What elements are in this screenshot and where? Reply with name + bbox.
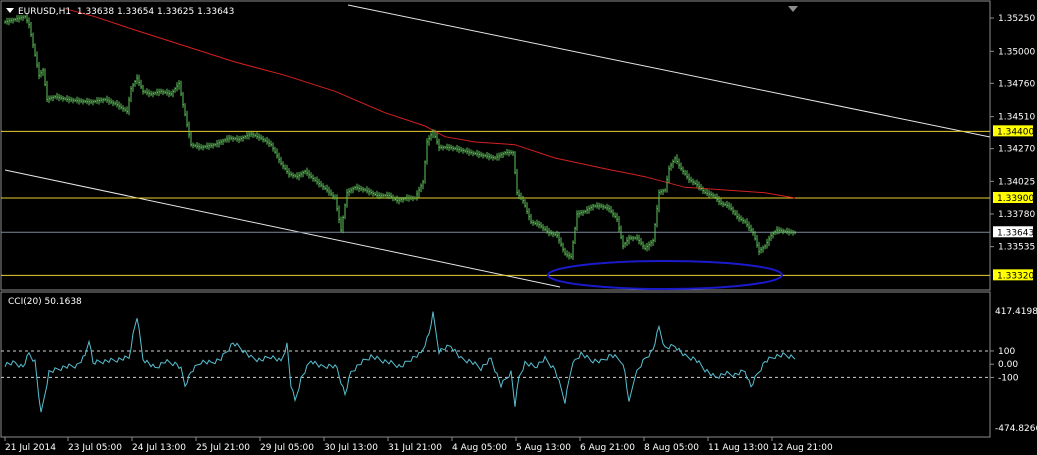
cci-axis: 100 0.00 -100 417.4198 -474.8266 [990,307,1037,434]
cci-max-label: 417.4198 [995,307,1037,317]
cci-tick-label: 100 [998,347,1015,357]
time-tick-label: 8 Aug 05:00 [644,443,699,453]
cci-tick-label: -100 [998,373,1019,383]
time-tick-label: 31 Jul 21:00 [388,443,442,453]
price-tick-label: 1.33780 [998,210,1035,220]
time-tick-label: 6 Aug 21:00 [580,443,635,453]
time-tick-label: 23 Jul 05:00 [68,443,122,453]
chart-area[interactable]: 1.35250 1.35000 1.34760 1.34510 1.34270 1.340… [0,0,1037,455]
cci-line [4,311,796,413]
moving-average-line [64,8,796,199]
time-tick-label: 21 Jul 2014 [5,443,56,453]
time-axis: 21 Jul 2014 23 Jul 05:00 24 Jul 13:00 25 Ju… [4,437,833,453]
channel-upper-trendline[interactable] [347,4,991,138]
time-tick-label: 11 Aug 13:00 [708,443,769,453]
chart-menu-triangle-icon[interactable] [6,8,14,13]
level-price-label: 1.33643 [997,228,1034,238]
price-tick-label: 1.33535 [998,243,1035,253]
channel-lower-trendline[interactable] [4,169,561,288]
time-tick-label: 12 Aug 21:00 [772,443,833,453]
price-tick-label: 1.35000 [998,47,1035,57]
level-price-label: 1.33320 [997,271,1034,281]
time-tick-label: 30 Jul 13:00 [324,443,378,453]
cci-label: CCI(20) 50.1638 [8,297,82,307]
cci-header: CCI(20) 50.1638 [8,297,82,307]
price-tick-label: 1.34270 [998,145,1035,155]
price-tick-label: 1.34760 [998,79,1035,89]
time-tick-label: 4 Aug 05:00 [452,443,507,453]
price-tick-label: 1.35250 [998,14,1035,24]
time-tick-label: 5 Aug 13:00 [516,443,571,453]
ohlc-values: 1.33638 1.33654 1.33625 1.33643 [76,7,235,17]
cci-min-label: -474.8266 [995,424,1037,434]
chart-header: EURUSD,H1 1.33638 1.33654 1.33625 1.3364… [6,7,234,17]
time-tick-label: 25 Jul 21:00 [196,443,250,453]
level-price-label: 1.34400 [997,127,1034,137]
price-tick-label: 1.34510 [998,113,1035,123]
time-tick-label: 24 Jul 13:00 [132,443,186,453]
symbol-label: EURUSD,H1 [18,7,72,17]
cci-tick-label: 0.00 [998,360,1018,370]
time-tick-label: 29 Jul 05:00 [260,443,314,453]
price-pane-frame [0,0,991,291]
level-price-label: 1.33900 [997,194,1034,204]
price-bars [4,12,796,260]
scroll-marker-icon[interactable] [788,6,798,12]
price-tick-label: 1.34025 [998,177,1035,187]
